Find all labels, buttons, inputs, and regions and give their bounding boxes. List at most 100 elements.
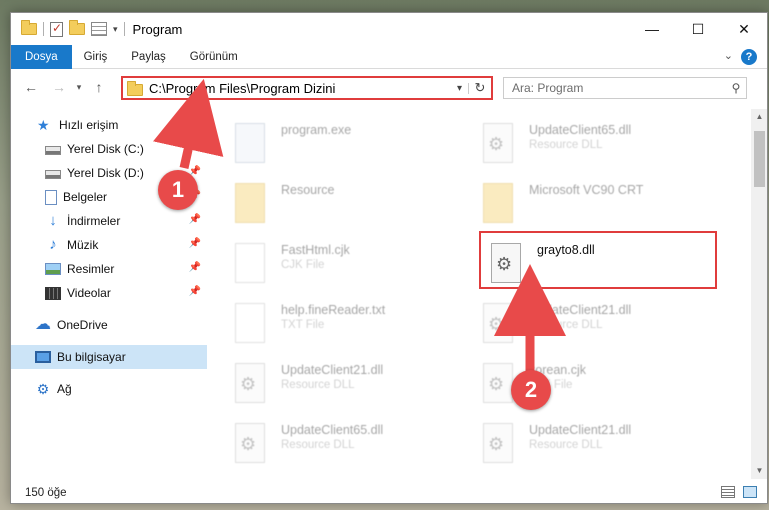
network-icon: ⚙ (36, 381, 50, 397)
sidebar-item-label: Yerel Disk (C:) (67, 142, 144, 156)
scroll-thumb[interactable] (754, 131, 765, 187)
sidebar-item-music[interactable]: ♪ Müzik 📌 (11, 233, 207, 257)
step-2-badge: 2 (511, 370, 551, 410)
large-icons-view-icon[interactable] (743, 486, 757, 498)
address-dropdown-icon[interactable]: ▾ (451, 82, 469, 94)
documents-icon (45, 189, 57, 205)
minimize-button[interactable]: — (629, 13, 675, 45)
file-item[interactable]: help.fineReader.txt TXT File (219, 295, 459, 351)
search-box[interactable]: Ara: Program ⚲ (503, 77, 747, 99)
address-path[interactable]: C:\Program Files\Program Dizini (149, 81, 451, 96)
file-item[interactable]: program.exe (219, 115, 459, 171)
drive-icon (45, 145, 61, 155)
back-arrow-icon[interactable]: ← (21, 79, 41, 95)
forward-arrow-icon[interactable]: → (49, 79, 69, 95)
vertical-scrollbar[interactable]: ▲ ▼ (751, 109, 767, 479)
close-button[interactable]: ✕ (721, 13, 767, 45)
sidebar-item-label: Belgeler (63, 190, 108, 204)
dll-icon (235, 423, 265, 463)
dll-icon (235, 363, 265, 403)
music-icon: ♪ (49, 236, 57, 253)
file-list: program.exe UpdateClient65.dll Resource … (219, 105, 749, 477)
sidebar-item-downloads[interactable]: ↓ İndirmeler 📌 (11, 209, 207, 233)
sidebar-item-local-disk-c[interactable]: Yerel Disk (C:) 📌 (11, 137, 207, 161)
pin-icon[interactable]: 📌 (189, 262, 201, 273)
tab-giris[interactable]: Giriş (72, 45, 120, 69)
item-count: 150 öğe (25, 487, 67, 499)
file-item[interactable]: UpdateClient21.dll Resource DLL (219, 355, 459, 411)
file-item[interactable]: UpdateClient21.dll Resource DLL (467, 415, 707, 471)
file-name: UpdateClient65.dll (529, 123, 632, 137)
selection-highlight (479, 231, 717, 289)
file-item[interactable]: Microsoft VC90 CRT (467, 175, 707, 231)
file-type: Resource DLL (281, 439, 355, 451)
sidebar-item-label: Bu bilgisayar (57, 350, 126, 364)
sidebar-item-label: OneDrive (57, 318, 108, 332)
cloud-icon: ☁ (35, 316, 51, 333)
navigation-bar: ← → ▾ ↑ C:\Program Files\Program Dizini … (11, 69, 767, 105)
window-controls: — ☐ ✕ (629, 13, 767, 45)
sidebar-item-this-pc[interactable]: Bu bilgisayar (11, 345, 207, 369)
tab-dosya[interactable]: Dosya (11, 44, 72, 69)
file-item[interactable]: FastHtml.cjk CJK File (219, 235, 459, 291)
star-icon: ★ (37, 117, 50, 133)
sidebar-item-onedrive[interactable]: ☁ OneDrive (11, 313, 207, 337)
pin-icon[interactable]: 📌 (189, 214, 201, 225)
sidebar-item-videos[interactable]: Videolar 📌 (11, 281, 207, 305)
sidebar-item-label: Resimler (67, 262, 115, 276)
sidebar-item-pictures[interactable]: Resimler 📌 (11, 257, 207, 281)
drive-icon (45, 169, 61, 179)
computer-icon (35, 351, 51, 363)
tab-paylas[interactable]: Paylaş (119, 45, 178, 69)
file-name: Resource (281, 183, 335, 197)
navigation-pane: ★ Hızlı erişim Yerel Disk (C:) 📌 Yerel D… (11, 109, 207, 481)
explorer-window: ▾ Program — ☐ ✕ Dosya Giriş Paylaş Görün… (10, 12, 768, 504)
file-name: UpdateClient21.dll (281, 363, 384, 377)
title-bar: ▾ Program — ☐ ✕ (11, 13, 767, 45)
chevron-down-icon[interactable]: ▾ (113, 24, 118, 35)
pin-icon[interactable]: 📌 (189, 286, 201, 297)
up-arrow-icon[interactable]: ↑ (89, 79, 109, 95)
file-icon (235, 243, 265, 283)
scroll-down-icon[interactable]: ▼ (751, 463, 767, 479)
file-item[interactable]: UpdateClient65.dll Resource DLL (219, 415, 459, 471)
file-item[interactable]: Resource (219, 175, 459, 231)
recent-locations-icon[interactable]: ▾ (69, 82, 89, 93)
pin-icon[interactable]: 📌 (189, 238, 201, 249)
pictures-icon (45, 263, 61, 275)
maximize-button[interactable]: ☐ (675, 13, 721, 45)
divider (123, 22, 125, 36)
divider (43, 22, 44, 36)
file-item[interactable]: UpdateClient21.dll Resource DLL (467, 295, 707, 351)
address-bar[interactable]: C:\Program Files\Program Dizini ▾ ↻ (121, 76, 493, 100)
file-item[interactable]: UpdateClient65.dll Resource DLL (467, 115, 707, 171)
sidebar-item-label: İndirmeler (67, 214, 121, 228)
file-type: TXT File (281, 319, 325, 331)
folder-icon (235, 183, 265, 223)
details-view-icon[interactable] (721, 486, 735, 498)
file-name: program.exe (281, 123, 352, 137)
step-1-badge: 1 (158, 170, 198, 210)
folder-icon[interactable] (21, 20, 37, 35)
ribbon-tabs: Dosya Giriş Paylaş Görünüm ⌄ ? (11, 44, 767, 69)
new-folder-icon[interactable] (69, 20, 85, 35)
expand-ribbon-icon[interactable]: ⌄ (724, 49, 733, 62)
scroll-up-icon[interactable]: ▲ (751, 109, 767, 125)
view-properties-icon[interactable] (91, 22, 107, 36)
help-icon[interactable]: ? (741, 49, 757, 65)
file-name: UpdateClient21.dll (529, 423, 632, 437)
file-item[interactable]: korean.cjk CJK File (467, 355, 707, 411)
sidebar-item-network[interactable]: ⚙ Ağ (11, 377, 207, 401)
properties-icon[interactable] (50, 21, 63, 37)
search-input[interactable]: Ara: Program (512, 81, 726, 95)
refresh-icon[interactable]: ↻ (469, 80, 491, 96)
search-icon[interactable]: ⚲ (726, 81, 746, 95)
quick-access-toolbar: ▾ (11, 20, 125, 37)
dll-icon (483, 303, 513, 343)
sidebar-item-quick-access[interactable]: ★ Hızlı erişim (11, 113, 207, 137)
file-type: Resource DLL (281, 379, 355, 391)
tab-gorunum[interactable]: Görünüm (178, 45, 250, 69)
file-type: Resource DLL (529, 439, 603, 451)
pin-icon[interactable]: 📌 (189, 142, 201, 153)
sidebar-item-label: Yerel Disk (D:) (67, 166, 144, 180)
